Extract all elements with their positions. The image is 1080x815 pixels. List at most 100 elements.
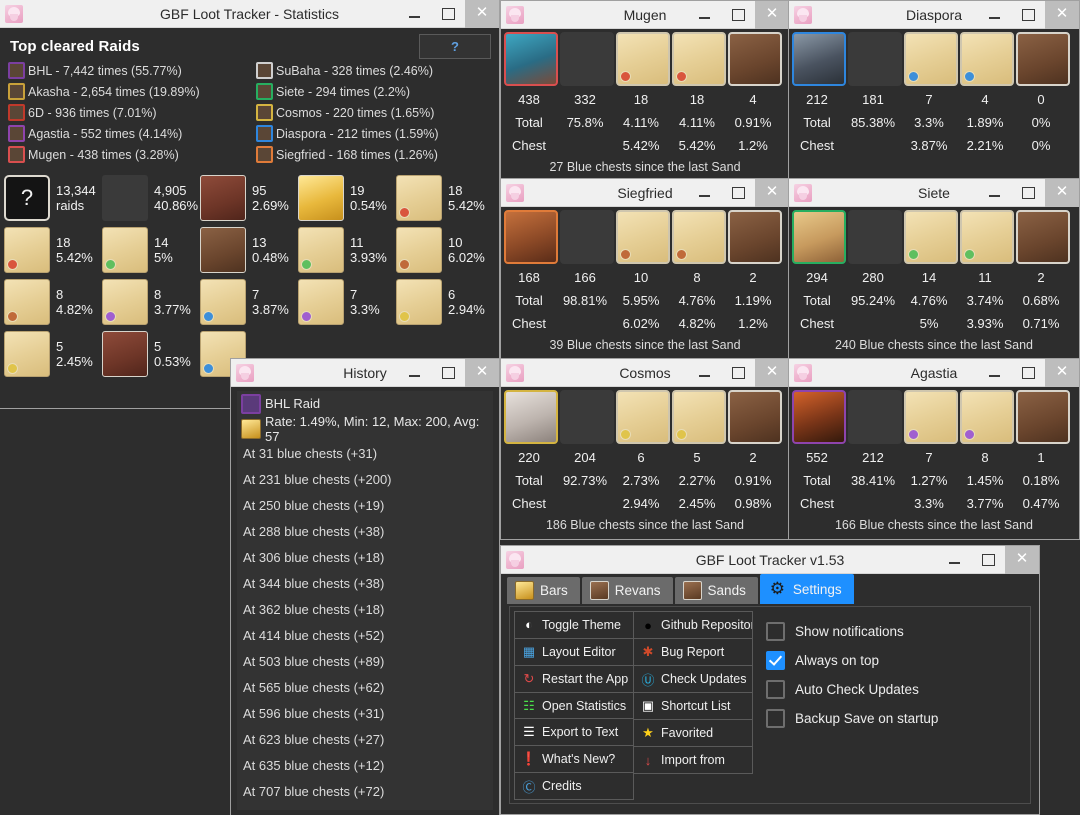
- maximize-button[interactable]: [971, 546, 1005, 574]
- weapon-icon-sword-wind[interactable]: [904, 210, 958, 264]
- minimize-button[interactable]: [977, 179, 1011, 207]
- checkbox-auto-check-updates[interactable]: [766, 679, 785, 699]
- bug-report-button[interactable]: ✱ Bug Report: [633, 638, 753, 666]
- layout-editor-button[interactable]: ▦ Layout Editor: [514, 637, 634, 666]
- maximize-button[interactable]: [1011, 1, 1045, 29]
- export-to-text-button[interactable]: ☰ Export to Text: [514, 718, 634, 747]
- raid-portrait-siegfried[interactable]: [504, 210, 558, 264]
- weapon-icon-staff-dark[interactable]: [960, 390, 1014, 444]
- import-from-button[interactable]: ↓ Import from: [633, 746, 753, 774]
- weapon-icon-claw-water[interactable]: [960, 32, 1014, 86]
- list-item[interactable]: At 250 blue chests (+19): [237, 493, 493, 519]
- checkbox-row[interactable]: Auto Check Updates: [766, 675, 938, 703]
- item-cell[interactable]: 7 3.87%: [200, 277, 298, 327]
- item-cell[interactable]: 8 4.82%: [4, 277, 102, 327]
- check-updates-button[interactable]: Ⓤ Check Updates: [633, 665, 753, 693]
- maximize-button[interactable]: [431, 359, 465, 387]
- minimize-button[interactable]: [687, 359, 721, 387]
- list-item[interactable]: At 414 blue chests (+52): [237, 623, 493, 649]
- item-cell[interactable]: 8 3.77%: [102, 277, 200, 327]
- item-cell[interactable]: 4,905 40.86%: [102, 173, 200, 223]
- maximize-button[interactable]: [721, 179, 755, 207]
- weapon-icon-axe-fire[interactable]: [616, 32, 670, 86]
- item-cell[interactable]: ? 13,344 raids: [4, 173, 102, 223]
- title-bar[interactable]: GBF Loot Tracker v1.53 ✕: [501, 545, 1039, 574]
- title-bar[interactable]: Diaspora ✕: [789, 0, 1079, 29]
- weapon-icon-spear-water[interactable]: [904, 32, 958, 86]
- weapon-icon-dagger-earth[interactable]: [672, 210, 726, 264]
- checkbox-always-on-top[interactable]: [766, 650, 785, 670]
- tab-settings[interactable]: ⚙ Settings: [759, 574, 854, 604]
- github-repository-button[interactable]: ● Github Repository: [633, 611, 753, 639]
- title-bar[interactable]: Siete ✕: [789, 178, 1079, 207]
- list-item[interactable]: 6D - 936 times (7.01%): [3, 102, 251, 123]
- list-item[interactable]: At 288 blue chests (+38): [237, 519, 493, 545]
- item-cell[interactable]: 19 0.54%: [298, 173, 396, 223]
- maximize-button[interactable]: [1011, 359, 1045, 387]
- list-item[interactable]: Mugen - 438 times (3.28%): [3, 144, 251, 165]
- history-list[interactable]: BHL Raid Rate: 1.49%, Min: 12, Max: 200, …: [237, 391, 493, 810]
- open-statistics-button[interactable]: ☷ Open Statistics: [514, 691, 634, 720]
- maximize-button[interactable]: [431, 0, 465, 28]
- list-item[interactable]: Siegfried - 168 times (1.26%): [251, 144, 499, 165]
- list-item[interactable]: BHL - 7,442 times (55.77%): [3, 60, 251, 81]
- title-bar[interactable]: History ✕: [231, 358, 499, 387]
- sand-icon[interactable]: [1016, 32, 1070, 86]
- close-button[interactable]: ✕: [755, 178, 789, 207]
- title-bar[interactable]: Cosmos ✕: [501, 358, 789, 387]
- favorited-button[interactable]: ★ Favorited: [633, 719, 753, 747]
- item-cell[interactable]: 18 5.42%: [4, 225, 102, 275]
- item-cell[interactable]: 7 3.3%: [298, 277, 396, 327]
- restart-the-app-button[interactable]: ↻ Restart the App: [514, 664, 634, 693]
- sand-icon[interactable]: [728, 390, 782, 444]
- shortcut-list-button[interactable]: ▣ Shortcut List: [633, 692, 753, 720]
- weapon-icon-gun-dark[interactable]: [904, 390, 958, 444]
- close-button[interactable]: ✕: [465, 358, 499, 387]
- close-button[interactable]: ✕: [1045, 358, 1079, 387]
- credits-button[interactable]: Ⓒ Credits: [514, 772, 634, 801]
- weapon-icon-sword-wind2[interactable]: [960, 210, 1014, 264]
- list-item[interactable]: At 707 blue chests (+72): [237, 779, 493, 805]
- weapon-icon-katana-earth[interactable]: [616, 210, 670, 264]
- list-item[interactable]: Akasha - 2,654 times (19.89%): [3, 81, 251, 102]
- item-cell[interactable]: 18 5.42%: [396, 173, 494, 223]
- list-item[interactable]: At 31 blue chests (+31): [237, 441, 493, 467]
- raid-portrait-siete[interactable]: [792, 210, 846, 264]
- minimize-button[interactable]: [977, 1, 1011, 29]
- raid-portrait-cosmos[interactable]: [504, 390, 558, 444]
- list-item[interactable]: At 306 blue chests (+18): [237, 545, 493, 571]
- list-item[interactable]: At 565 blue chests (+62): [237, 675, 493, 701]
- sand-icon[interactable]: [728, 32, 782, 86]
- maximize-button[interactable]: [1011, 179, 1045, 207]
- close-button[interactable]: ✕: [1005, 545, 1039, 574]
- title-bar[interactable]: Mugen ✕: [501, 0, 789, 29]
- weapon-icon-bow-light[interactable]: [672, 390, 726, 444]
- help-button[interactable]: ?: [419, 34, 491, 59]
- minimize-button[interactable]: [687, 179, 721, 207]
- close-button[interactable]: ✕: [1045, 0, 1079, 29]
- checkbox-row[interactable]: Show notifications: [766, 617, 938, 645]
- list-item[interactable]: At 623 blue chests (+27): [237, 727, 493, 753]
- maximize-button[interactable]: [721, 1, 755, 29]
- checkbox-backup-save-on-startup[interactable]: [766, 708, 785, 728]
- list-item[interactable]: At 362 blue chests (+18): [237, 597, 493, 623]
- raid-portrait-agastia[interactable]: [792, 390, 846, 444]
- item-cell[interactable]: 5 2.45%: [4, 329, 102, 379]
- item-cell[interactable]: 10 6.02%: [396, 225, 494, 275]
- checkbox-row[interactable]: Backup Save on startup: [766, 704, 938, 732]
- list-item[interactable]: At 596 blue chests (+31): [237, 701, 493, 727]
- list-item[interactable]: At 635 blue chests (+12): [237, 753, 493, 779]
- checkbox-show-notifications[interactable]: [766, 621, 785, 641]
- list-item[interactable]: At 889 blue chests (+182): [237, 805, 493, 810]
- toggle-theme-button[interactable]: ◐ Toggle Theme: [514, 611, 634, 639]
- list-item[interactable]: At 503 blue chests (+89): [237, 649, 493, 675]
- minimize-button[interactable]: [687, 1, 721, 29]
- close-button[interactable]: ✕: [755, 0, 789, 29]
- minimize-button[interactable]: [397, 0, 431, 28]
- checkbox-row[interactable]: Always on top: [766, 646, 938, 674]
- what-s-new-button[interactable]: ❗ What's New?: [514, 745, 634, 774]
- weapon-icon-sword-light[interactable]: [616, 390, 670, 444]
- title-bar[interactable]: Siegfried ✕: [501, 178, 789, 207]
- maximize-button[interactable]: [721, 359, 755, 387]
- tab-sands[interactable]: Sands: [674, 577, 758, 604]
